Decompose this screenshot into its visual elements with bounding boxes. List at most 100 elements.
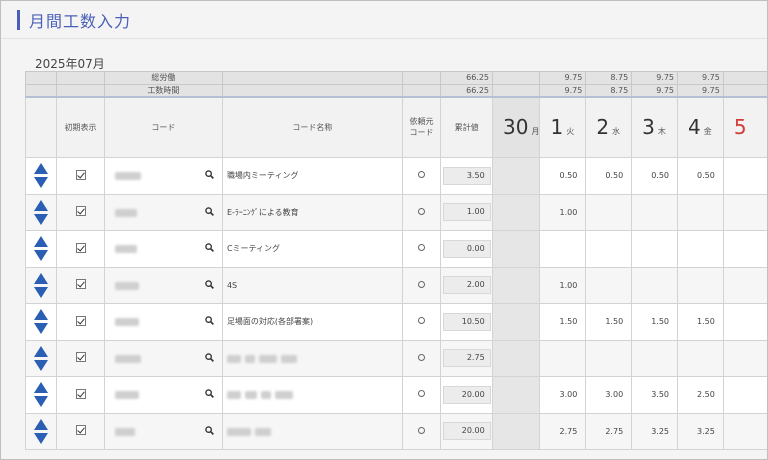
move-up-icon[interactable] [34, 236, 49, 248]
search-icon[interactable] [205, 425, 214, 435]
day-hours-input[interactable] [492, 339, 541, 377]
code-cell[interactable] [103, 412, 223, 450]
move-down-icon[interactable] [34, 396, 49, 408]
code-cell[interactable] [103, 339, 223, 377]
search-icon[interactable] [205, 352, 214, 362]
move-down-icon[interactable] [34, 286, 49, 298]
code-cell[interactable] [103, 266, 223, 304]
search-icon[interactable] [205, 316, 214, 325]
day-hours-input[interactable] [722, 303, 767, 341]
cumulative-value: 3.50 [442, 166, 491, 185]
cumulative-value: 10.50 [442, 312, 491, 331]
move-down-icon[interactable] [34, 177, 49, 189]
code-cell[interactable] [103, 193, 223, 231]
search-icon[interactable] [205, 206, 214, 216]
initial-display-checkbox[interactable] [75, 388, 86, 399]
requester-code-cell [401, 303, 442, 341]
redacted-code [114, 245, 137, 253]
day-hours-input[interactable] [492, 376, 541, 414]
code-cell[interactable] [103, 303, 223, 341]
day-hours-input[interactable] [722, 157, 767, 195]
day-hours-input[interactable] [585, 339, 633, 377]
initial-display-checkbox[interactable] [75, 169, 86, 180]
day-header: 1火 [539, 95, 587, 158]
day-hours-input[interactable]: 2.50 [677, 376, 724, 414]
day-hours-input[interactable]: 0.50 [677, 157, 724, 195]
initial-display-checkbox[interactable] [75, 206, 86, 217]
search-icon[interactable] [205, 243, 214, 252]
move-up-icon[interactable] [34, 345, 49, 357]
day-hours-input[interactable]: 1.00 [539, 193, 587, 231]
cumulative-value: 20.00 [442, 385, 491, 404]
day-hours-input[interactable] [631, 339, 678, 377]
day-hours-input[interactable]: 2.75 [539, 412, 587, 450]
day-hours-input[interactable] [492, 303, 541, 341]
reorder-cell [24, 303, 58, 341]
day-hours-input[interactable] [492, 230, 541, 268]
day-hours-input[interactable] [677, 266, 724, 304]
code-cell[interactable] [103, 157, 223, 195]
day-hours-input[interactable]: 1.50 [677, 303, 724, 341]
initial-display-checkbox[interactable] [75, 352, 86, 363]
initial-display-checkbox[interactable] [75, 315, 86, 326]
day-hours-input[interactable]: 1.50 [631, 303, 678, 341]
day-hours-input[interactable]: 2.75 [585, 412, 633, 450]
day-hours-input[interactable] [585, 230, 633, 268]
day-hours-input[interactable]: 3.00 [539, 376, 587, 414]
day-hours-input[interactable] [492, 193, 541, 231]
code-cell[interactable] [103, 376, 223, 414]
initial-display-cell [56, 266, 105, 304]
move-down-icon[interactable] [34, 323, 49, 335]
day-hours-input[interactable] [722, 266, 767, 304]
day-hours-input[interactable] [677, 193, 724, 231]
day-hours-input[interactable] [722, 412, 767, 450]
initial-display-checkbox[interactable] [75, 242, 86, 253]
move-down-icon[interactable] [34, 213, 49, 225]
day-hours-input[interactable] [722, 193, 767, 231]
day-hours-input[interactable] [677, 339, 724, 377]
move-up-icon[interactable] [34, 418, 49, 430]
circle-icon [418, 207, 426, 215]
day-hours-input[interactable] [492, 412, 541, 450]
day-hours-input[interactable]: 3.00 [585, 376, 633, 414]
day-hours-input[interactable] [492, 266, 541, 304]
day-hours-input[interactable] [722, 230, 767, 268]
day-hours-input[interactable] [722, 376, 767, 414]
day-hours-input[interactable] [492, 157, 541, 195]
day-hours-input[interactable]: 1.50 [585, 303, 633, 341]
day-hours-input[interactable] [631, 266, 678, 304]
day-hours-input[interactable] [539, 339, 587, 377]
search-icon[interactable] [205, 279, 214, 289]
page-title: 月間工数入力 [29, 12, 132, 31]
day-hours-input[interactable] [677, 230, 724, 268]
move-up-icon[interactable] [34, 382, 49, 394]
day-hours-input[interactable]: 0.50 [539, 157, 587, 195]
monthly-effort-window: 月間工数入力 2025年07月 総労働 66.25 9.75 8.75 9.75… [0, 0, 768, 460]
initial-display-checkbox[interactable] [75, 279, 86, 290]
day-hours-input[interactable]: 0.50 [631, 157, 678, 195]
search-icon[interactable] [205, 389, 214, 398]
day-hours-input[interactable]: 1.00 [539, 266, 587, 304]
day-hours-input[interactable] [722, 339, 767, 377]
code-cell[interactable] [103, 230, 223, 268]
day-hours-input[interactable]: 1.50 [539, 303, 587, 341]
day-hours-input[interactable] [585, 193, 633, 231]
day-hours-input[interactable]: 3.25 [631, 412, 678, 450]
move-up-icon[interactable] [34, 163, 49, 175]
day-hours-input[interactable]: 3.50 [631, 376, 678, 414]
move-down-icon[interactable] [34, 432, 49, 444]
day-hours-input[interactable] [631, 193, 678, 231]
day-header: 4金 [677, 95, 724, 158]
move-down-icon[interactable] [34, 359, 49, 371]
day-hours-input[interactable] [539, 230, 587, 268]
initial-display-checkbox[interactable] [75, 425, 86, 436]
day-hours-input[interactable] [585, 266, 633, 304]
day-hours-input[interactable]: 3.25 [677, 412, 724, 450]
move-down-icon[interactable] [34, 250, 49, 262]
move-up-icon[interactable] [34, 199, 49, 211]
day-hours-input[interactable]: 0.50 [585, 157, 633, 195]
day-hours-input[interactable] [631, 230, 678, 268]
move-up-icon[interactable] [34, 309, 49, 321]
search-icon[interactable] [205, 170, 214, 179]
move-up-icon[interactable] [34, 272, 49, 284]
